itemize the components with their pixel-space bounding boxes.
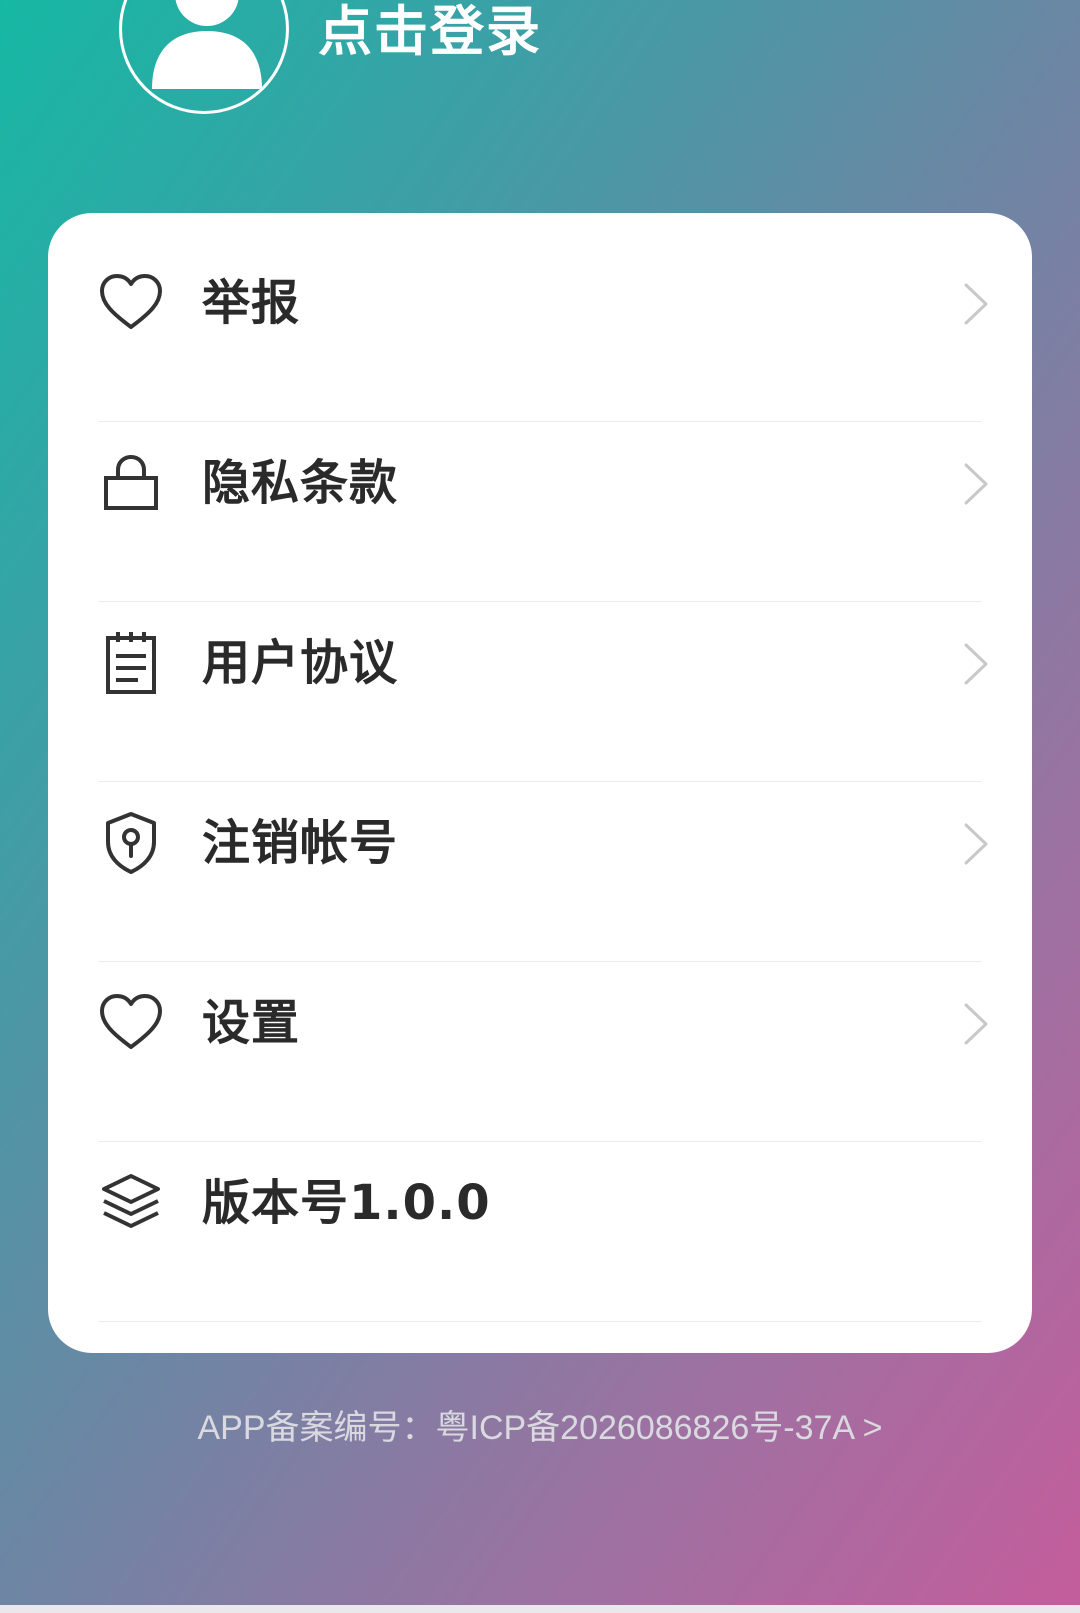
- profile-header: 点击登录: [0, 0, 1080, 150]
- menu-item-label: 用户协议: [202, 635, 399, 691]
- menu-item-report[interactable]: 举报: [48, 213, 1032, 393]
- chevron-right-icon: [964, 283, 988, 325]
- chevron-right-icon: [964, 823, 988, 865]
- bottom-edge: [0, 1605, 1080, 1613]
- menu-item-settings[interactable]: 设置: [48, 933, 1032, 1113]
- chevron-right-icon: [964, 463, 988, 505]
- menu-item-user-agreement[interactable]: 用户协议: [48, 573, 1032, 753]
- avatar[interactable]: [119, 0, 289, 114]
- heart-icon: [100, 274, 162, 329]
- menu-item-version: 版本号1.0.0: [48, 1113, 1032, 1293]
- divider: [99, 1321, 981, 1322]
- login-link[interactable]: 点击登录: [318, 2, 542, 62]
- menu-item-delete-account[interactable]: 注销帐号: [48, 753, 1032, 933]
- icp-record-link[interactable]: APP备案编号：粤ICP备2026086826号-37A >: [0, 1400, 1080, 1449]
- user-avatar-icon: [152, 0, 262, 89]
- shield-keyhole-icon: [106, 812, 156, 874]
- version-label: 版本号1.0.0: [202, 1175, 491, 1231]
- heart-icon: [100, 994, 162, 1049]
- notepad-icon: [106, 632, 156, 694]
- menu-item-label: 举报: [202, 275, 301, 331]
- chevron-right-icon: [964, 643, 988, 685]
- lock-icon: [104, 454, 158, 510]
- menu-item-label: 设置: [202, 995, 301, 1051]
- chevron-right-icon: [964, 1003, 988, 1045]
- layers-icon: [102, 1174, 160, 1228]
- menu-item-label: 注销帐号: [202, 815, 399, 871]
- menu-item-privacy[interactable]: 隐私条款: [48, 393, 1032, 573]
- menu-card: 举报 隐私条款 用户协议 注销帐号 设置 版本号1.0.0: [48, 213, 1032, 1353]
- menu-item-label: 隐私条款: [202, 455, 399, 511]
